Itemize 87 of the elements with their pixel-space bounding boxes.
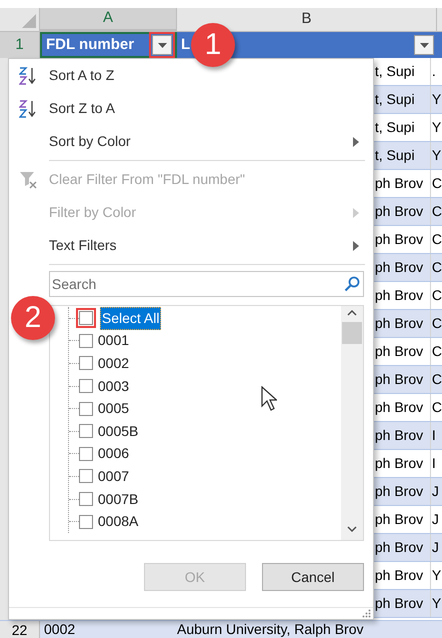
checkbox[interactable] [78,492,93,506]
table-cell: ph Brov [374,478,431,505]
menu-item[interactable]: Sort by Color [8,125,373,158]
filter-option[interactable]: 0003 [96,376,130,397]
table-cell: ph Brov [374,394,431,421]
menu-item[interactable]: Text Filters [8,229,373,262]
table-cell-text: Y [430,90,442,109]
table-cell: ph Brov [374,590,431,617]
table-cell-text: C [430,174,442,193]
checkbox[interactable] [78,514,93,529]
table-cell: ph Brov [374,310,431,337]
filter-clear-icon [18,170,39,190]
table-cell-text: C [430,258,442,277]
caret-icon [420,42,428,48]
table-cell-text: J [430,510,440,529]
table-cell-text: C [430,202,442,221]
filter-option[interactable]: 0008A [96,511,140,532]
scrollbar-thumb[interactable] [342,322,362,344]
checkbox[interactable] [78,424,93,438]
submenu-arrow-icon [352,208,359,218]
row-number: 22 [0,621,40,638]
table-cell-text: Auburn University, Ralph Brov [177,621,364,638]
checkbox[interactable] [78,334,93,348]
table-cell: ph Brov [374,282,431,309]
filter-option[interactable]: 0007B [96,488,140,510]
table-cell-text: J [430,482,440,501]
table-cell: t, Supi [374,142,431,169]
header-text: FDL number [46,34,134,55]
table-cell: t, Supi [374,114,431,141]
header-text: L [181,34,190,55]
filter-option[interactable]: 0006 [96,443,130,464]
table-cell-text: C [430,286,442,305]
row-number: 1 [0,32,40,58]
resize-grip-icon [362,609,371,618]
table-cell-text: . [430,62,437,81]
table-cell: ph Brov [374,338,431,365]
filter-option[interactable]: 0002 [96,352,130,374]
table-cell: ph Brov [374,366,431,393]
checkbox[interactable] [78,379,93,394]
checkbox[interactable] [78,402,93,416]
column-header[interactable]: B [177,8,437,31]
mouse-pointer-icon [261,386,277,412]
table-cell-text: I [430,454,437,473]
table-cell-text: Y [430,566,442,585]
table-cell: ph Brov [374,534,431,561]
submenu-arrow-icon [352,136,359,146]
table-cell-text: I [430,426,437,445]
filter-option[interactable]: 0001 [96,330,130,352]
filter-option[interactable]: 0005 [96,398,130,420]
table-cell: ph Brov [374,562,431,589]
table-cell-text: 0002 [43,621,76,638]
table-cell-text: Y [430,594,442,613]
table-cell-text: Y [430,118,442,137]
table-cell: ph Brov [374,226,431,253]
table-cell-text: C [430,314,442,333]
caret-icon [158,42,166,48]
table-cell-text: C [430,398,442,417]
dialog-button[interactable]: Cancel [262,563,364,591]
table-cell-text: J [430,538,440,557]
table-cell: ph Brov [374,254,431,281]
search-field[interactable]: Search [48,271,364,297]
checkbox[interactable] [78,446,93,461]
checkbox[interactable] [78,469,93,484]
filter-option[interactable]: Select All [100,306,162,330]
table-cell-text: C [430,342,442,361]
table-cell: t, Supi [374,86,431,113]
checkbox[interactable] [78,356,93,370]
table-cell: ph Brov [374,170,431,197]
menu-item[interactable]: Sort Z to A [8,92,373,125]
corner-triangle-icon [22,14,36,28]
chevron-down-icon [346,526,357,532]
table-cell: ph Brov [374,422,431,449]
search-icon [344,276,360,292]
table-cell-text: C [430,230,442,249]
table-cell: ph Brov [374,198,431,225]
filter-dropdown-button[interactable] [414,35,434,55]
filter-option[interactable]: 0005B [96,420,140,442]
table-cell: t, Supi [374,58,431,85]
column-header[interactable]: A [40,8,177,31]
submenu-arrow-icon [352,240,359,250]
filter-option[interactable]: 0007 [96,466,130,487]
table-cell: ph Brov [374,450,431,477]
table-cell-text: C [430,370,442,389]
chevron-up-icon [346,310,357,316]
scrollbar[interactable] [340,306,363,540]
table-cell: ph Brov [374,506,431,533]
table-cell-text: Y [430,146,442,165]
